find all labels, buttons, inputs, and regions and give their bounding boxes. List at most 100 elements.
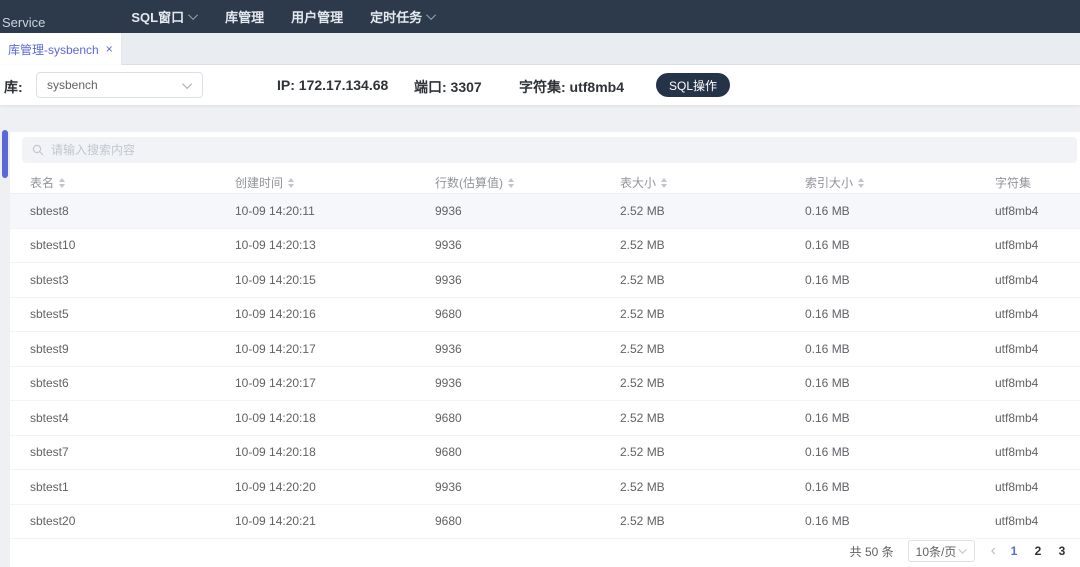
tab-bar: 库管理-sysbench × bbox=[0, 33, 1080, 65]
table-cell: sbtest7 bbox=[30, 445, 235, 459]
server-charset: 字符集: utf8mb4 bbox=[519, 77, 624, 97]
page-size-value: 10条/页 bbox=[916, 543, 961, 560]
search-icon bbox=[32, 144, 44, 156]
table-cell: 0.16 MB bbox=[805, 342, 995, 356]
table-cell: 2.52 MB bbox=[620, 480, 805, 494]
nav-item[interactable]: 用户管理 bbox=[291, 7, 343, 26]
table-cell: 10-09 14:20:18 bbox=[235, 445, 435, 459]
table-row[interactable]: sbtest310-09 14:20:1599362.52 MB0.16 MBu… bbox=[10, 263, 1080, 298]
table-cell: 0.16 MB bbox=[805, 514, 995, 528]
table-cell: 9936 bbox=[435, 376, 620, 390]
table-row[interactable]: sbtest2010-09 14:20:2196802.52 MB0.16 MB… bbox=[10, 505, 1080, 540]
table-cell: sbtest5 bbox=[30, 307, 235, 321]
page-number-3[interactable]: 3 bbox=[1050, 544, 1074, 558]
table-cell: sbtest20 bbox=[30, 514, 235, 528]
sort-icon[interactable] bbox=[508, 178, 514, 188]
sort-icon[interactable] bbox=[288, 178, 294, 188]
table-cell: 9936 bbox=[435, 342, 620, 356]
table-cell: 2.52 MB bbox=[620, 342, 805, 356]
nav-item[interactable]: SQL窗口 bbox=[131, 7, 198, 26]
chevron-down-icon bbox=[188, 10, 198, 20]
sort-icon[interactable] bbox=[59, 178, 65, 188]
table-cell: 2.52 MB bbox=[620, 238, 805, 252]
database-select-value: sysbench bbox=[47, 78, 185, 92]
column-header-label: 字符集 bbox=[995, 174, 1031, 191]
table-cell: 10-09 14:20:21 bbox=[235, 514, 435, 528]
column-header[interactable]: 表大小 bbox=[620, 174, 805, 191]
table-cell: 9936 bbox=[435, 204, 620, 218]
table-cell: 2.52 MB bbox=[620, 411, 805, 425]
table-cell: utf8mb4 bbox=[995, 514, 1080, 528]
table-cell: 0.16 MB bbox=[805, 411, 995, 425]
page-number-2[interactable]: 2 bbox=[1026, 544, 1050, 558]
table-cell: sbtest4 bbox=[30, 411, 235, 425]
nav-item-label: 定时任务 bbox=[370, 7, 422, 26]
server-ip: IP: 172.17.134.68 bbox=[277, 77, 388, 93]
table-cell: sbtest8 bbox=[30, 204, 235, 218]
column-header-label: 行数(估算值) bbox=[435, 174, 503, 191]
column-header[interactable]: 表名 bbox=[30, 174, 235, 191]
column-header[interactable]: 索引大小 bbox=[805, 174, 995, 191]
table-cell: 0.16 MB bbox=[805, 204, 995, 218]
table-row[interactable]: sbtest510-09 14:20:1696802.52 MB0.16 MBu… bbox=[10, 298, 1080, 333]
tab-label: 库管理-sysbench bbox=[8, 41, 99, 58]
table-cell: 0.16 MB bbox=[805, 307, 995, 321]
table-cell: utf8mb4 bbox=[995, 238, 1080, 252]
table-cell: 0.16 MB bbox=[805, 480, 995, 494]
table-cell: 0.16 MB bbox=[805, 376, 995, 390]
sql-operation-button[interactable]: SQL操作 bbox=[656, 73, 730, 97]
table-cell: sbtest6 bbox=[30, 376, 235, 390]
table-cell: 10-09 14:20:15 bbox=[235, 273, 435, 287]
table-row[interactable]: sbtest110-09 14:20:2099362.52 MB0.16 MBu… bbox=[10, 470, 1080, 505]
table-cell: utf8mb4 bbox=[995, 342, 1080, 356]
page-number-1[interactable]: 1 bbox=[1002, 544, 1026, 558]
table-cell: utf8mb4 bbox=[995, 445, 1080, 459]
nav-item-label: 用户管理 bbox=[291, 7, 343, 26]
tab-db-management-sysbench[interactable]: 库管理-sysbench × bbox=[0, 33, 122, 65]
table-cell: utf8mb4 bbox=[995, 307, 1080, 321]
page-size-select[interactable]: 10条/页 bbox=[908, 540, 975, 562]
column-header-label: 表名 bbox=[30, 174, 54, 191]
page-numbers: 123 bbox=[1002, 544, 1074, 558]
database-select[interactable]: sysbench bbox=[36, 72, 203, 98]
table-row[interactable]: sbtest410-09 14:20:1896802.52 MB0.16 MBu… bbox=[10, 401, 1080, 436]
table-cell: utf8mb4 bbox=[995, 411, 1080, 425]
table-cell: 10-09 14:20:18 bbox=[235, 411, 435, 425]
table-cell: 10-09 14:20:17 bbox=[235, 342, 435, 356]
column-header-label: 创建时间 bbox=[235, 174, 283, 191]
search-input[interactable] bbox=[51, 143, 1077, 157]
table-cell: 9680 bbox=[435, 514, 620, 528]
table-cell: 0.16 MB bbox=[805, 273, 995, 287]
table-row[interactable]: sbtest910-09 14:20:1799362.52 MB0.16 MBu… bbox=[10, 332, 1080, 367]
sort-icon[interactable] bbox=[661, 178, 667, 188]
table-row[interactable]: sbtest810-09 14:20:1199362.52 MB0.16 MBu… bbox=[10, 194, 1080, 229]
column-header[interactable]: 创建时间 bbox=[235, 174, 435, 191]
table-cell: 10-09 14:20:20 bbox=[235, 480, 435, 494]
vertical-scrollbar-thumb[interactable] bbox=[2, 130, 8, 178]
sort-icon[interactable] bbox=[858, 178, 864, 188]
main-menu: SQL窗口 库管理 用户管理 定时任务 bbox=[131, 7, 436, 26]
nav-item[interactable]: 定时任务 bbox=[370, 7, 436, 26]
app-logo: Service bbox=[2, 15, 45, 33]
table-cell: 9936 bbox=[435, 480, 620, 494]
table-cell: 2.52 MB bbox=[620, 273, 805, 287]
table-cell: sbtest1 bbox=[30, 480, 235, 494]
table-cell: 10-09 14:20:16 bbox=[235, 307, 435, 321]
table-cell: utf8mb4 bbox=[995, 273, 1080, 287]
table-row[interactable]: sbtest710-09 14:20:1896802.52 MB0.16 MBu… bbox=[10, 436, 1080, 471]
table-cell: 9680 bbox=[435, 307, 620, 321]
table-cell: 9680 bbox=[435, 445, 620, 459]
column-header[interactable]: 行数(估算值) bbox=[435, 174, 620, 191]
tab-close-icon[interactable]: × bbox=[106, 42, 113, 56]
table-cell: 9936 bbox=[435, 238, 620, 252]
table-row[interactable]: sbtest610-09 14:20:1799362.52 MB0.16 MBu… bbox=[10, 367, 1080, 402]
table-panel: 表名创建时间行数(估算值)表大小索引大小字符集 sbtest810-09 14:… bbox=[10, 132, 1080, 567]
table-cell: 9936 bbox=[435, 273, 620, 287]
prev-page-button[interactable]: ‹ bbox=[991, 543, 996, 559]
column-header: 字符集 bbox=[995, 174, 1080, 191]
search-box[interactable] bbox=[22, 137, 1077, 163]
table-cell: utf8mb4 bbox=[995, 204, 1080, 218]
table-cell: sbtest10 bbox=[30, 238, 235, 252]
nav-item[interactable]: 库管理 bbox=[225, 7, 264, 26]
table-row[interactable]: sbtest1010-09 14:20:1399362.52 MB0.16 MB… bbox=[10, 229, 1080, 264]
